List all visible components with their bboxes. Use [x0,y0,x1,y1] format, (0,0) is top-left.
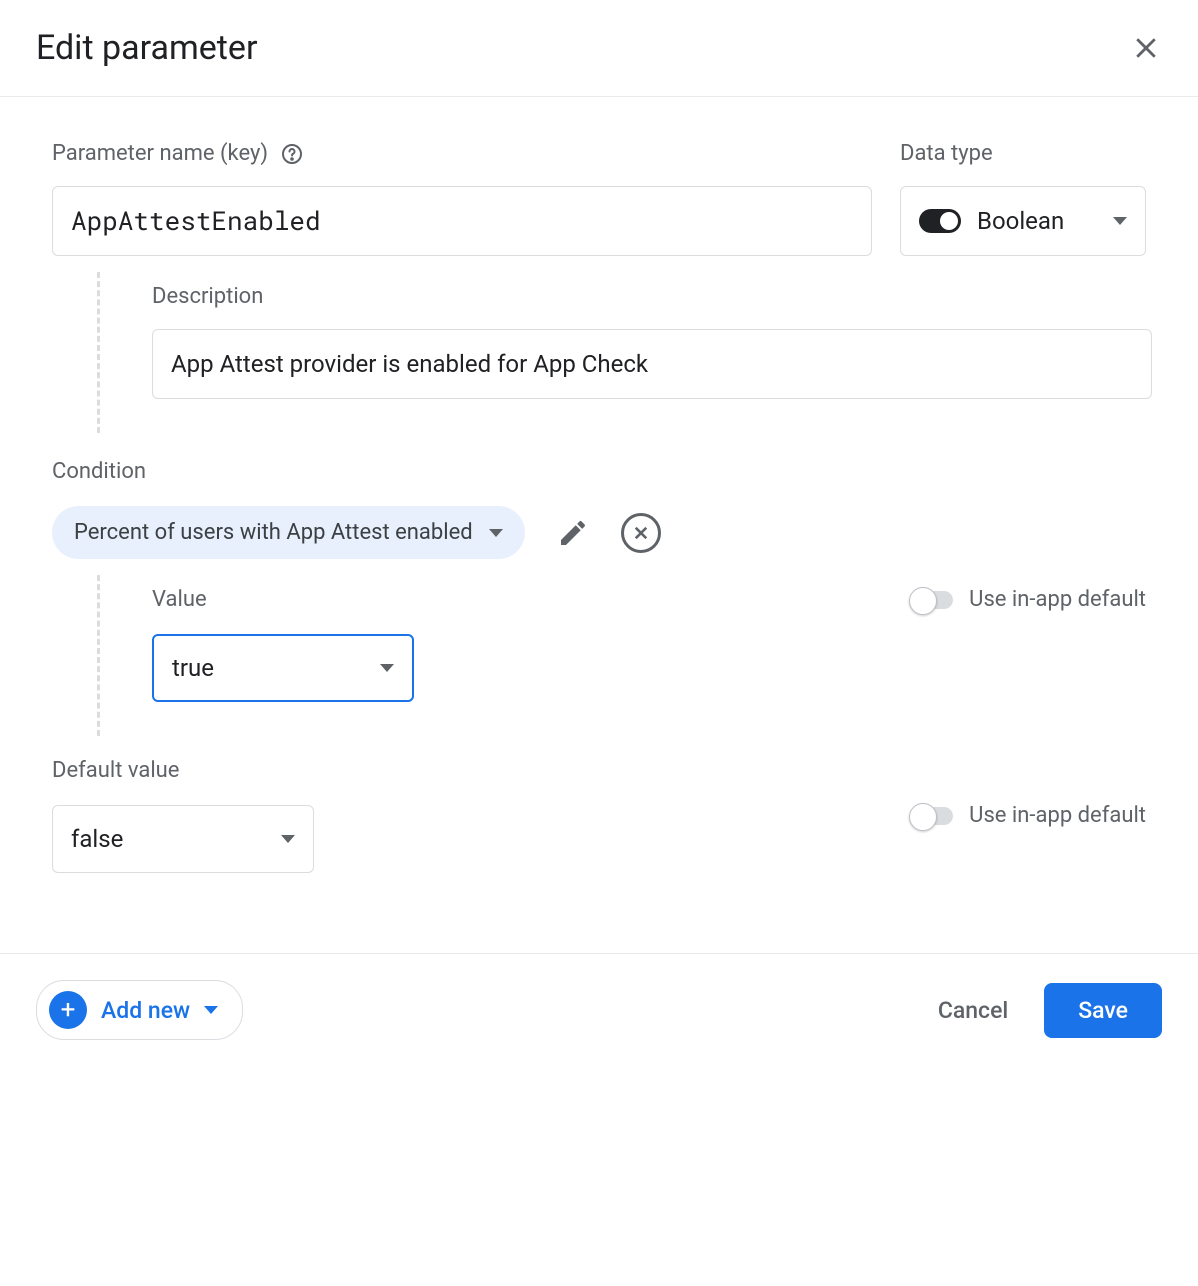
param-row: Parameter name (key) Data type Boolean [52,141,1146,256]
cancel-button[interactable]: Cancel [938,997,1008,1024]
data-type-label: Data type [900,141,1146,166]
chevron-down-icon [489,529,503,537]
dialog-header: Edit parameter [0,0,1198,97]
param-name-label-text: Parameter name (key) [52,141,268,166]
default-use-default-row: Use in-app default [911,803,1146,828]
param-name-label: Parameter name (key) [52,141,872,166]
pencil-icon [557,517,589,549]
tree-line [97,575,100,736]
chevron-down-icon [204,1006,218,1014]
description-input[interactable] [152,329,1152,399]
data-type-select[interactable]: Boolean [900,186,1146,256]
condition-value-block: Value true Use in-app default [152,587,1146,702]
edit-condition-button[interactable] [551,511,595,555]
x-icon [632,524,650,542]
add-new-label: Add new [101,997,190,1024]
condition-chip[interactable]: Percent of users with App Attest enabled [52,506,525,559]
param-name-input[interactable] [52,186,872,256]
condition-use-default-label: Use in-app default [969,587,1146,612]
condition-use-default-toggle[interactable] [911,591,953,609]
save-button[interactable]: Save [1044,983,1162,1038]
description-group: Description [152,284,1146,399]
default-value-select[interactable]: false [52,805,314,873]
dialog-title: Edit parameter [36,28,257,68]
condition-chip-label: Percent of users with App Attest enabled [74,520,473,545]
default-value-label: Default value [52,758,314,783]
chevron-down-icon [1113,217,1127,225]
data-type-value: Boolean [977,207,1064,235]
value-label: Value [152,587,414,612]
boolean-icon [919,209,961,233]
description-label: Description [152,284,1146,309]
condition-value: true [172,654,214,682]
dialog-footer: + Add new Cancel Save [0,953,1198,1066]
help-icon[interactable] [280,142,304,166]
param-name-group: Parameter name (key) [52,141,872,256]
tree-line [97,272,100,433]
condition-label: Condition [52,459,1146,484]
chevron-down-icon [380,664,394,672]
condition-value-select[interactable]: true [152,634,414,702]
condition-section: Condition Percent of users with App Atte… [52,459,1146,702]
close-button[interactable] [1130,32,1162,64]
default-use-default-label: Use in-app default [969,803,1146,828]
add-new-button[interactable]: + Add new [36,980,243,1040]
default-use-default-toggle[interactable] [911,807,953,825]
condition-row: Percent of users with App Attest enabled [52,506,1146,559]
plus-icon: + [49,991,87,1029]
condition-use-default-row: Use in-app default [911,587,1146,612]
default-value: false [71,825,123,853]
delete-condition-button[interactable] [621,513,661,553]
default-section: Default value false Use in-app default [52,758,1146,873]
footer-actions: Cancel Save [938,983,1162,1038]
data-type-group: Data type Boolean [900,141,1146,256]
chevron-down-icon [281,835,295,843]
close-icon [1131,33,1161,63]
dialog-content: Parameter name (key) Data type Boolean D… [0,97,1198,893]
